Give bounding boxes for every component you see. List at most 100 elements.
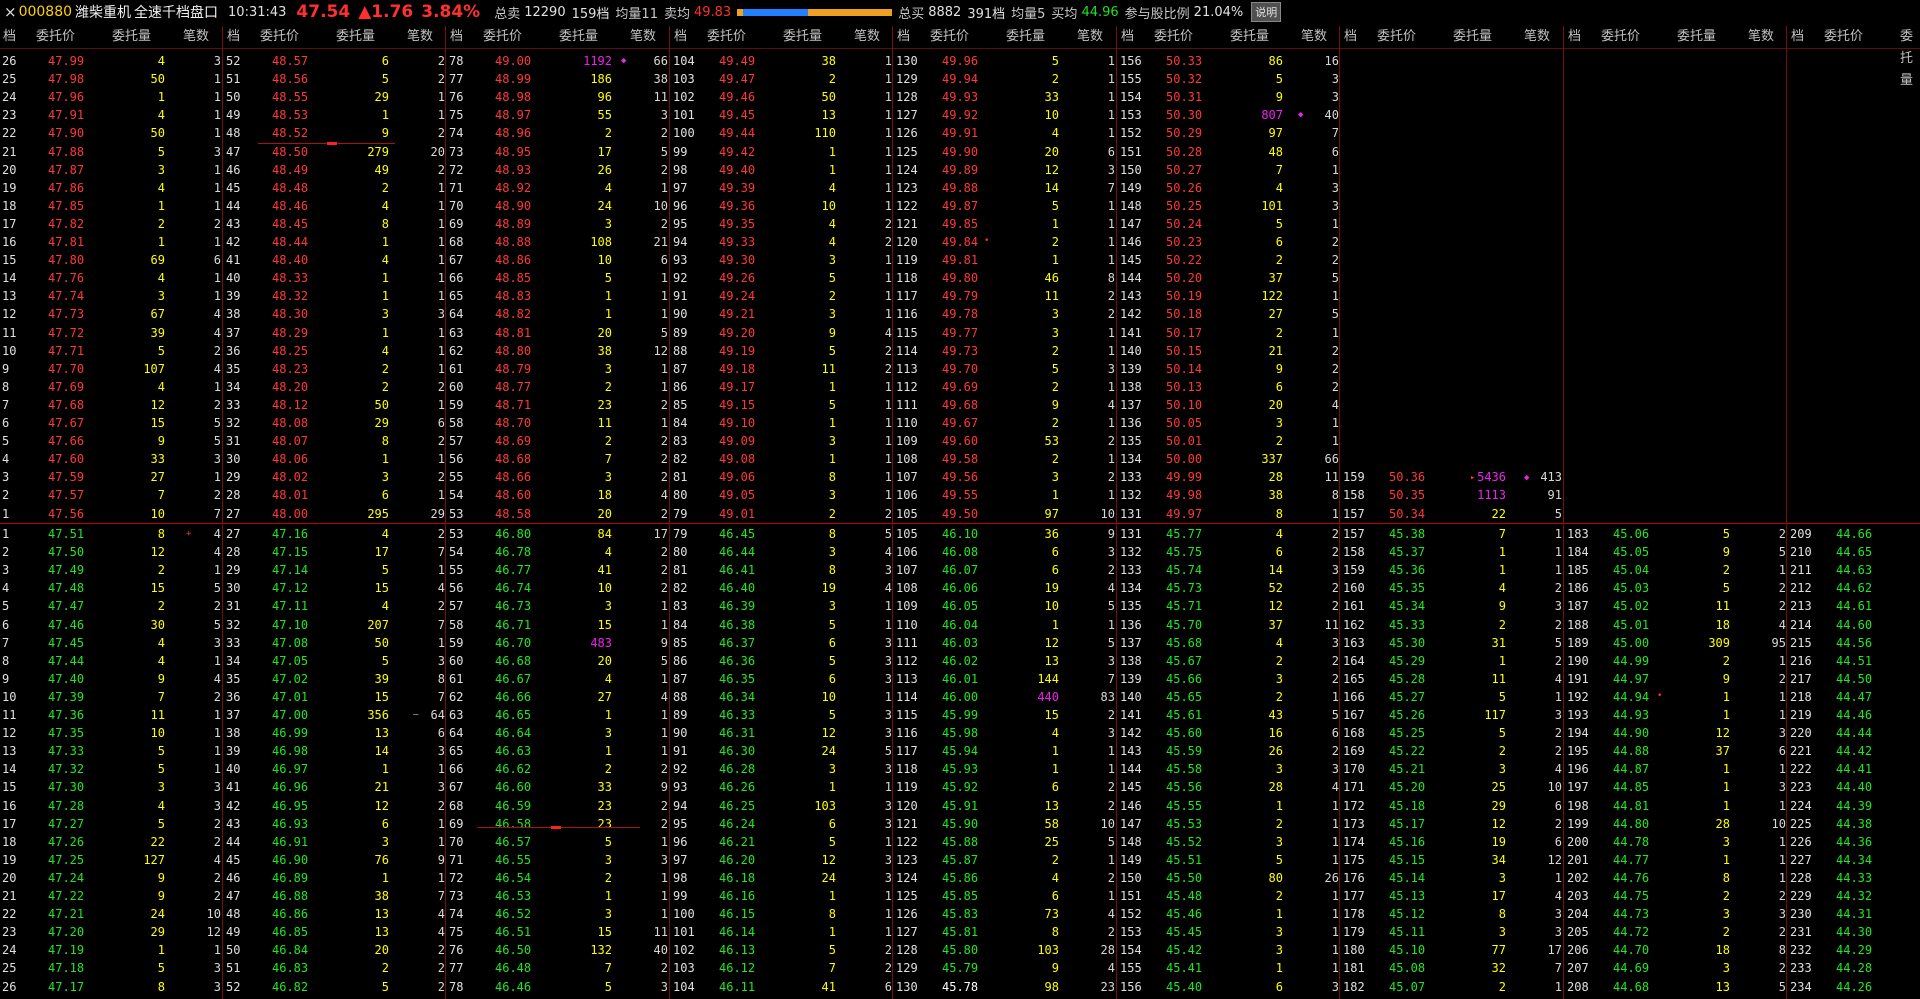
level-number: 56 [449,452,464,466]
order-price[interactable]: 44.50 [1836,670,1896,688]
order-price[interactable]: 44.29 [1836,941,1896,959]
order-price[interactable]: 44.65 [1836,543,1896,561]
order-qty: 108 [590,235,612,249]
level-number: 40 [226,271,241,285]
level-number: 68 [449,799,464,813]
order-count: 2 [213,599,221,613]
order-count: 1 [1331,835,1339,849]
order-price[interactable]: 44.51 [1836,652,1896,670]
order-price[interactable]: 44.46 [1836,706,1896,724]
level-number: 121 [896,817,918,831]
level-number: 33 [226,398,241,412]
order-qty: 3 [604,217,612,231]
order-count: 1 [1554,871,1562,885]
order-qty: 4 [381,253,389,267]
order-price[interactable]: 44.44 [1836,724,1896,742]
order-qty: 279 [367,145,389,159]
order-count: 7 [1107,672,1115,686]
level-number: 73 [449,145,464,159]
level-number: 22 [2,907,17,921]
level-number: 91 [673,289,688,303]
order-qty: 20 [597,654,612,668]
level-number: 180 [1343,943,1365,957]
level-number: 25 [2,961,17,975]
level-number: 155 [1120,72,1142,86]
order-qty: 33 [597,780,612,794]
order-qty: 4 [1498,581,1506,595]
order-price[interactable]: 44.31 [1836,905,1896,923]
order-price[interactable]: 44.61 [1836,597,1896,615]
order-count: 2 [1331,545,1339,559]
order-count: 3 [1331,980,1339,994]
order-qty: 3 [1275,672,1283,686]
order-qty: 6 [1275,545,1283,559]
order-price[interactable]: 44.60 [1836,616,1896,634]
order-count: 64 [430,708,445,722]
order-count: 1 [884,434,892,448]
order-count: 6 [437,726,445,740]
order-qty: 9 [1051,398,1059,412]
order-count: 2 [660,817,668,831]
order-count: 1 [660,380,668,394]
order-count: 2 [884,961,892,975]
order-price[interactable]: 44.36 [1836,833,1896,851]
level-number: 34 [226,380,241,394]
level-number: 219 [1790,708,1812,722]
level-number: 43 [226,217,241,231]
level-number: 86 [673,654,688,668]
order-price[interactable]: 44.63 [1836,561,1896,579]
order-qty: 2 [157,563,165,577]
level-number: 6 [2,416,10,430]
order-price[interactable]: 44.28 [1836,959,1896,977]
level-number: 65 [449,744,464,758]
level-number: 120 [896,799,918,813]
order-count: 4 [213,307,221,321]
order-qty: 4 [157,181,165,195]
order-qty: 1 [1498,563,1506,577]
level-number: 7 [2,636,10,650]
order-qty: 8 [1275,507,1283,521]
order-qty: 5 [604,980,612,994]
level-number: 174 [1343,835,1365,849]
order-price[interactable]: 44.56 [1836,634,1896,652]
order-count: 1 [213,654,221,668]
order-count: 2 [1331,235,1339,249]
order-qty: 30 [150,618,165,632]
order-qty: 55 [597,108,612,122]
order-qty: 3 [1275,943,1283,957]
order-count: 1 [213,72,221,86]
level-number: 15 [2,780,17,794]
order-count: 5 [1107,636,1115,650]
order-price[interactable]: 44.33 [1836,869,1896,887]
order-qty: 1 [1051,744,1059,758]
order-price[interactable]: 44.66 [1836,525,1896,543]
order-price[interactable]: 44.30 [1836,923,1896,941]
order-price[interactable]: 44.41 [1836,760,1896,778]
order-price[interactable]: 44.26 [1836,978,1896,996]
order-price[interactable]: 44.34 [1836,851,1896,869]
level-number: 99 [673,889,688,903]
order-count: 1 [884,380,892,394]
level-number: 64 [449,307,464,321]
order-qty: 4 [157,380,165,394]
order-qty: 9 [1498,599,1506,613]
level-number: 80 [673,488,688,502]
order-qty: 17 [1491,889,1506,903]
order-price[interactable]: 44.32 [1836,887,1896,905]
order-price[interactable]: 44.39 [1836,797,1896,815]
order-qty: 2 [1051,344,1059,358]
level-number: 12 [2,307,17,321]
level-number: 76 [449,90,464,104]
order-price[interactable]: 44.38 [1836,815,1896,833]
order-price[interactable]: 44.42 [1836,742,1896,760]
level-number: 95 [673,217,688,231]
order-price[interactable]: 44.40 [1836,778,1896,796]
level-number: 13 [2,744,17,758]
order-qty: 101 [1261,199,1283,213]
order-qty: 41 [597,563,612,577]
order-price[interactable]: 44.62 [1836,579,1896,597]
order-count: 2 [1554,744,1562,758]
order-count: 1 [884,54,892,68]
order-count: 2 [884,943,892,957]
order-price[interactable]: 44.47 [1836,688,1896,706]
